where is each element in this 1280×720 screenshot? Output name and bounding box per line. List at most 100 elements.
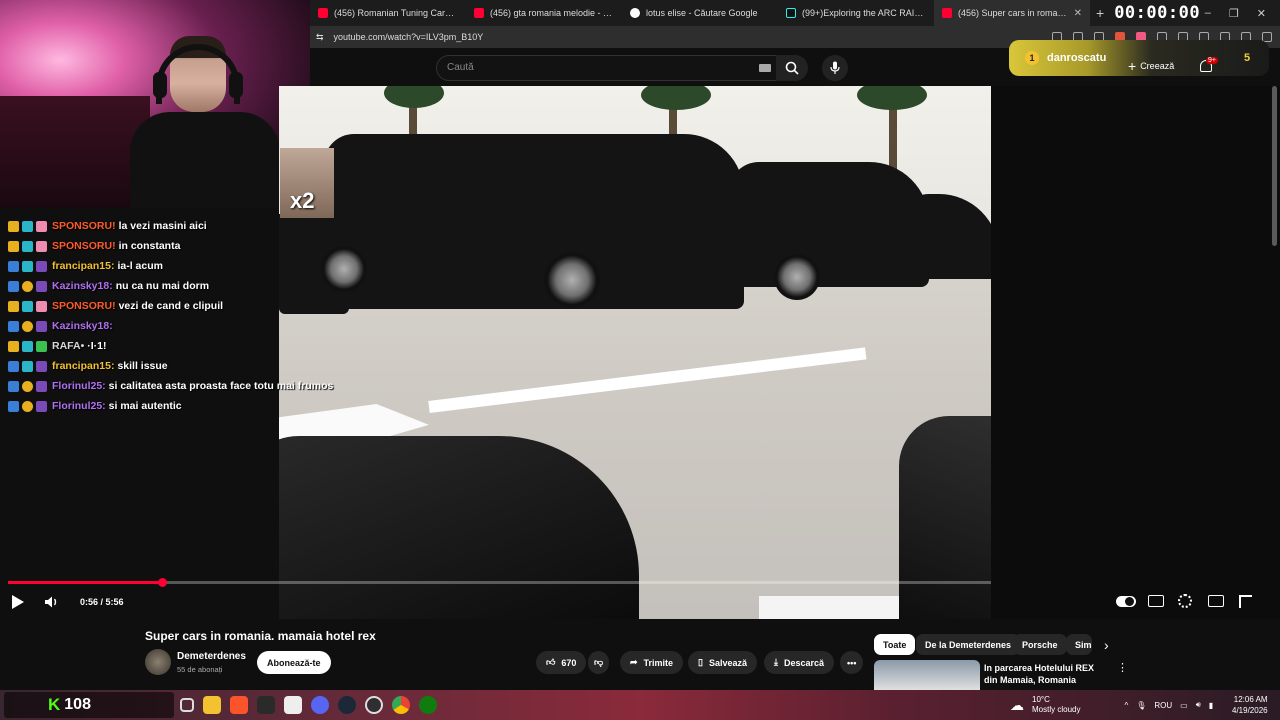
chat-badge-icon — [8, 400, 19, 412]
chat-username: SPONSORU! — [52, 220, 116, 232]
epic-games-icon[interactable] — [257, 696, 275, 714]
subscribe-button[interactable]: Abonează-te — [257, 651, 331, 674]
chat-badge-icon — [36, 340, 47, 352]
chat-username: SPONSORU! — [52, 240, 116, 252]
chat-badge-icon — [36, 300, 47, 312]
volume-button[interactable] — [44, 592, 60, 612]
search-icon — [785, 61, 799, 75]
recommended-video-thumbnail[interactable] — [874, 660, 980, 690]
chat-username: Florinul25: — [52, 380, 106, 392]
clock-date: 4/19/2026 — [1232, 706, 1268, 715]
clock-time: 12:06 AM — [1233, 695, 1268, 704]
keyboard-icon[interactable] — [759, 64, 771, 72]
browser-tab[interactable]: (99+)Exploring the ARC RAIDERS x F — [778, 0, 934, 26]
search-button[interactable] — [776, 55, 808, 81]
close-tab-icon[interactable]: ✕ — [1074, 8, 1082, 19]
time-display: 0:56 / 5:56 — [80, 597, 124, 607]
recommended-more-icon[interactable]: ⋮ — [1117, 661, 1128, 674]
video-player[interactable] — [279, 86, 991, 619]
xbox-icon[interactable] — [419, 696, 437, 714]
taskbar-apps — [180, 696, 437, 714]
channel-avatar[interactable] — [145, 649, 171, 675]
thumbs-up-icon: 👍︎ — [546, 657, 556, 667]
chip-all[interactable]: Toate — [874, 634, 916, 655]
search-input[interactable]: Caută — [436, 55, 780, 81]
discord-icon[interactable] — [311, 696, 329, 714]
channel-name[interactable]: Demeterdenes — [177, 651, 246, 662]
browser-tab[interactable]: (456) gta romania melodie - YouTube — [466, 0, 622, 26]
thumbs-down-icon: 👎︎ — [594, 657, 604, 667]
maximize-icon[interactable]: ❐ — [1229, 7, 1239, 20]
obs-icon[interactable] — [365, 696, 383, 714]
download-button[interactable]: ⤓ Descarcă — [764, 651, 835, 674]
weather-widget[interactable]: 10°C Mostly cloudy — [1032, 695, 1080, 715]
task-view-icon[interactable] — [180, 698, 194, 712]
battery-icon[interactable]: ▮ — [1209, 701, 1213, 710]
speaker-icon[interactable]: 🔊︎ — [1196, 700, 1201, 710]
system-tray: ☁ 10°C Mostly cloudy ^ 🎙︎ ROU ▭ 🔊︎ ▮ — [1010, 692, 1213, 718]
chat-text: si calitatea asta proasta face totu mai … — [108, 380, 334, 392]
fullscreen-icon[interactable] — [1239, 595, 1252, 608]
tab-label: (456) Super cars in romania. ma — [958, 8, 1068, 18]
chip-porsche[interactable]: Porsche — [1013, 634, 1067, 655]
create-button[interactable]: + Creează — [1128, 58, 1174, 74]
browser-tab-active[interactable]: (456) Super cars in romania. ma ✕ — [934, 0, 1090, 26]
chat-badge-icon — [8, 260, 19, 272]
video-scene-wheel — [774, 254, 820, 300]
browser-tab[interactable]: (456) Romanian Tuning Cars & Sexy — [310, 0, 466, 26]
close-window-icon[interactable]: ✕ — [1257, 7, 1266, 20]
recommended-video-title[interactable]: In parcarea Hotelului REX din Mamaia, Ro… — [984, 662, 1102, 686]
taskbar-clock[interactable]: 12:06 AM 4/19/2026 — [1232, 694, 1268, 716]
volume-icon — [45, 596, 57, 608]
like-button[interactable]: 👍︎ 670 — [536, 651, 587, 674]
chat-badge-icon — [36, 260, 47, 272]
play-icon[interactable] — [12, 595, 24, 609]
video-scene-car — [899, 194, 991, 279]
network-icon[interactable]: ▭ — [1180, 701, 1188, 710]
tab-label: (456) gta romania melodie - YouTube — [490, 8, 614, 18]
webcam-background — [0, 96, 150, 208]
dislike-button[interactable]: 👎︎ — [588, 651, 610, 674]
file-explorer-icon[interactable] — [203, 696, 221, 714]
page-scrollbar[interactable] — [1272, 86, 1277, 246]
steam-icon[interactable] — [338, 696, 356, 714]
chat-badge-icon — [36, 220, 47, 232]
share-label: Trimite — [643, 657, 674, 668]
settings-gear-icon[interactable] — [1178, 594, 1192, 608]
chrome-icon[interactable] — [392, 696, 410, 714]
tray-mic-icon[interactable]: 🎙︎ — [1136, 701, 1146, 710]
chip-similar[interactable]: Sim — [1066, 634, 1092, 655]
download-icon: ⤓ — [774, 657, 778, 667]
chat-badge-icon — [22, 400, 33, 412]
autoplay-toggle[interactable] — [1116, 596, 1136, 607]
chat-message: francipan15: skill issue — [8, 357, 168, 375]
microsoft-store-icon[interactable] — [284, 696, 302, 714]
more-dots-icon: ••• — [847, 657, 857, 668]
share-button[interactable]: ➦ Trimite — [620, 651, 684, 674]
tray-chevron-icon[interactable]: ^ — [1124, 701, 1128, 710]
input-language[interactable]: ROU — [1154, 701, 1172, 710]
bookmark-icon: ▯ — [698, 657, 703, 667]
site-info-icon[interactable]: ⇆ — [316, 32, 324, 43]
chat-text: nu ca nu mai dorm — [115, 280, 210, 292]
chat-overlay: SPONSORU! la vezi masini aici SPONSORU! in … — [0, 200, 360, 620]
chip-channel[interactable]: De la Demeterdenes — [916, 634, 1021, 655]
voice-search-button[interactable] — [822, 55, 848, 81]
subtitles-icon[interactable] — [1148, 595, 1164, 607]
save-button[interactable]: ▯ Salvează — [688, 651, 757, 674]
video-scene-lane-marking — [428, 347, 867, 413]
video-scene-suv — [324, 134, 744, 309]
url-text[interactable]: youtube.com/watch?v=ILV3pm_B10Y — [334, 32, 484, 42]
brave-browser-icon[interactable] — [230, 696, 248, 714]
chat-message: francipan15: ia-l acum — [8, 257, 163, 275]
miniplayer-icon[interactable] — [1208, 595, 1224, 607]
browser-tab[interactable]: lotus elise - Căutare Google — [622, 0, 778, 26]
chat-text: la vezi masini aici — [118, 220, 207, 232]
save-label: Salvează — [708, 657, 747, 668]
chat-badge-icon — [36, 380, 47, 392]
minimize-icon[interactable]: – — [1205, 7, 1211, 20]
chip-next-chevron-icon[interactable]: › — [1104, 637, 1109, 653]
chat-badge-icon — [8, 300, 19, 312]
new-tab-button[interactable]: + — [1090, 5, 1110, 21]
chat-message: RAFA• ·I·1! — [8, 337, 107, 355]
